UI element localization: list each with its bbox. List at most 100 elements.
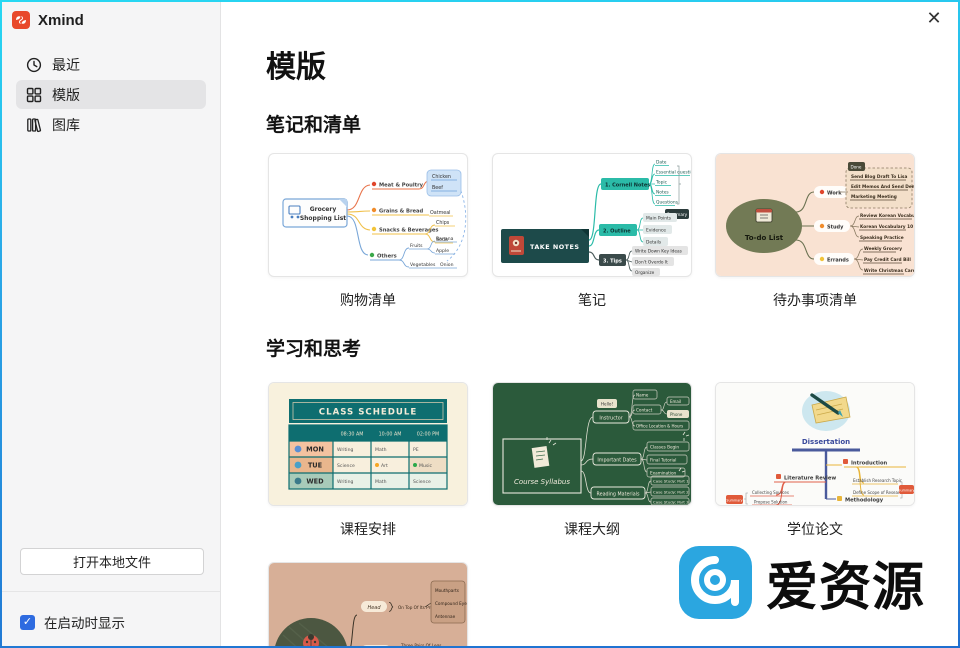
grocery-title-line2: Shopping List xyxy=(300,215,346,222)
node-fruits: Fruits xyxy=(410,243,423,249)
show-on-startup-row: ✓ 在启动时显示 xyxy=(20,612,125,632)
node-propose-solution: Propose Solution xyxy=(754,500,788,505)
open-local-file-button[interactable]: 打开本地文件 xyxy=(20,548,204,575)
node-legs: Three Pairs Of Legs xyxy=(400,643,441,646)
node-errand3: Write Christmas Cards xyxy=(864,268,914,274)
template-card-notes[interactable]: TAKE NOTES 1. Cornell Notes Date Essenti… xyxy=(492,153,692,277)
node-case2: Case Study: Part 2 xyxy=(653,490,689,495)
take-notes-title: TAKE NOTES xyxy=(530,243,579,251)
card-label-shopping: 购物清单 xyxy=(268,290,468,310)
branch-cornell: 1. Cornell Notes xyxy=(605,183,650,189)
template-card-ladybug[interactable]: Ladybug Head On Top Of Its Pronotum Mout… xyxy=(268,562,468,646)
time-0200: 02:00 PM xyxy=(417,432,439,438)
node-main-points: Main Points xyxy=(646,216,672,222)
node-details: Details xyxy=(646,240,662,246)
time-0830: 08:30 AM xyxy=(341,432,364,438)
sidebar-item-recent[interactable]: 最近 xyxy=(16,50,206,79)
dissertation-template-preview: Dissertation Introduction Establish Rese… xyxy=(716,383,914,505)
branch-outline: 2. Outline xyxy=(603,229,631,235)
branch-others: Others xyxy=(377,254,397,260)
node-essential-question: Essential question xyxy=(656,170,691,176)
node-case1: Case Study: Part 1 xyxy=(653,479,689,484)
node-phone: Phone xyxy=(670,412,683,417)
show-on-startup-label: 在启动时显示 xyxy=(44,612,125,632)
node-examination: Examination xyxy=(650,471,677,476)
node-vegetables: Vegetables xyxy=(410,262,436,268)
branch-introduction: Introduction xyxy=(851,461,888,467)
sidebar-item-gallery[interactable]: 图库 xyxy=(16,110,206,139)
sidebar-item-label: 图库 xyxy=(52,115,80,135)
node-case3: Case Study: Part 3 xyxy=(653,500,689,505)
node-banana: Banana xyxy=(436,236,454,242)
sidebar-divider xyxy=(2,591,220,592)
day-mon: MON xyxy=(306,446,324,454)
template-card-shopping-list[interactable]: Grocery Shopping List Meat & Poultry Chi… xyxy=(268,153,468,277)
section-study-and-thinking: 学习和思考 xyxy=(266,334,361,361)
card-label-todo: 待办事项清单 xyxy=(715,290,915,310)
sidebar-item-label: 模版 xyxy=(52,85,80,105)
card-label-schedule: 课程安排 xyxy=(268,519,468,539)
node-oatmeal: Oatmeal xyxy=(430,210,451,216)
node-work2: Edit Memos And Send Demo xyxy=(851,184,914,190)
day-wed: WED xyxy=(306,478,324,486)
cell-mon-2: Math xyxy=(375,447,387,453)
window-frame: Xmind 最近 模版 xyxy=(0,0,960,648)
node-contact: Contact xyxy=(636,408,653,413)
tag-summary-right: Summary xyxy=(898,489,914,493)
node-questions: Questions xyxy=(656,200,679,206)
tag-done: Done xyxy=(850,165,861,170)
page-title: 模版 xyxy=(266,42,326,86)
node-email: Email xyxy=(670,399,681,404)
card-label-dissertation: 学位论文 xyxy=(715,519,915,539)
node-name: Name xyxy=(636,393,649,398)
tag-hello: Hello! xyxy=(601,402,614,407)
node-study1: Review Korean Vocabulary xyxy=(860,213,914,219)
card-label-notes: 笔记 xyxy=(492,290,692,310)
branch-instructor: Instructor xyxy=(599,416,622,422)
tag-summary-left: Summary xyxy=(726,499,742,503)
template-card-todo-list[interactable]: To-do List Work Done Send Blog Draft To … xyxy=(715,153,915,277)
sidebar-item-label: 最近 xyxy=(52,55,80,75)
template-card-class-schedule[interactable]: CLASS SCHEDULE 08:30 AM 10:00 AM 02:00 P… xyxy=(268,382,468,506)
node-apple: Apple xyxy=(436,248,449,254)
node-collecting-sources: Collecting Sources xyxy=(752,490,789,495)
schedule-title: CLASS SCHEDULE xyxy=(319,408,417,418)
branch-errands: Errands xyxy=(827,258,849,264)
xmind-logo-icon xyxy=(12,11,30,29)
sidebar-item-templates[interactable]: 模版 xyxy=(16,80,206,109)
grocery-template-preview: Grocery Shopping List Meat & Poultry Chi… xyxy=(269,154,467,276)
template-card-course-syllabus[interactable]: Course Syllabus Hello! Instructor Name C… xyxy=(492,382,692,506)
node-tip1: Write Down Key Ideas xyxy=(635,249,683,255)
syllabus-title: Course Syllabus xyxy=(514,478,570,486)
xmind-template-window: Xmind 最近 模版 xyxy=(2,2,958,646)
show-on-startup-checkbox[interactable]: ✓ xyxy=(20,615,35,630)
node-tip2: Don't Overdo It xyxy=(635,260,668,266)
day-tue: TUE xyxy=(308,462,323,470)
branch-important-dates: Important Dates xyxy=(597,458,637,464)
cell-wed-1: Writing xyxy=(337,479,353,485)
clock-icon xyxy=(26,57,42,73)
branch-grains: Grains & Bread xyxy=(379,209,424,215)
branch-head: Head xyxy=(367,605,381,611)
schedule-template-preview: CLASS SCHEDULE 08:30 AM 10:00 AM 02:00 P… xyxy=(269,383,467,505)
watermark: 爱资源 xyxy=(678,545,925,620)
card-label-syllabus: 课程大纲 xyxy=(492,519,692,539)
templates-grid-icon xyxy=(26,87,42,103)
time-1000: 10:00 AM xyxy=(379,432,402,438)
node-establish-topic: Establish Research Topic xyxy=(853,478,902,483)
node-define-scope: Define Scope of Research xyxy=(853,490,905,495)
close-button[interactable]: ✕ xyxy=(922,6,946,30)
node-mouthparts: Mouthparts xyxy=(435,588,459,593)
node-final-tutorial: Final Tutorial xyxy=(650,458,676,463)
sidebar-nav: 最近 模版 图库 xyxy=(16,50,206,140)
branch-study: Study xyxy=(827,225,844,231)
ladybug-template-preview: Ladybug Head On Top Of Its Pronotum Mout… xyxy=(269,563,467,646)
dissertation-title: Dissertation xyxy=(802,438,850,446)
node-classes-begin: Classes Begin xyxy=(650,445,679,450)
node-antennae: Antennae xyxy=(435,614,456,619)
node-date: Date xyxy=(656,160,667,166)
template-card-dissertation[interactable]: Dissertation Introduction Establish Rese… xyxy=(715,382,915,506)
cell-wed-3: Science xyxy=(413,479,431,485)
node-compound-eyes: Compound Eyes xyxy=(435,601,467,606)
cell-tue-1: Science xyxy=(337,463,355,469)
